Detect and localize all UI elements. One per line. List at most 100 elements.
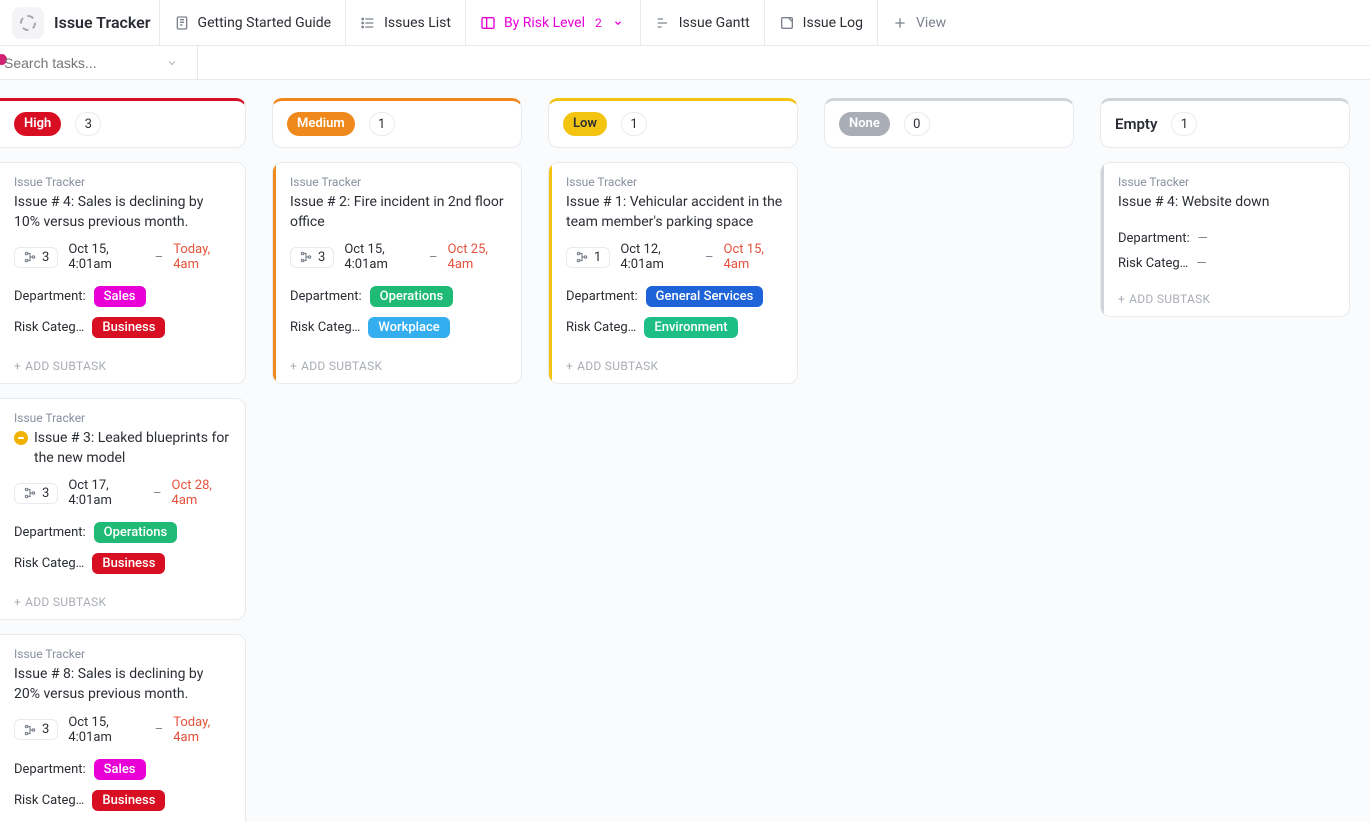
subtasks-count: 3 xyxy=(42,722,49,737)
due-date: Oct 28, 4am xyxy=(172,478,231,508)
subtasks-icon xyxy=(299,250,313,264)
date-separator: – xyxy=(155,250,164,265)
risk-pill-low: Low xyxy=(563,112,607,136)
column-header[interactable]: Low 1 xyxy=(548,98,798,148)
property-department: Department:Operations xyxy=(290,286,507,307)
dates-row: 1 Oct 12, 4:01am – Oct 15, 4am xyxy=(566,242,783,272)
task-card[interactable]: Issue Tracker Issue # 4: Website down De… xyxy=(1100,162,1350,317)
app-icon[interactable] xyxy=(12,7,44,39)
column-count: 1 xyxy=(369,112,395,136)
dates-row: 3 Oct 17, 4:01am – Oct 28, 4am xyxy=(14,478,231,508)
breadcrumb: Issue Tracker xyxy=(14,411,231,425)
subtasks-badge[interactable]: 3 xyxy=(14,719,58,740)
task-title: Issue # 1: Vehicular accident in the tea… xyxy=(566,193,783,232)
property-department: Department:— xyxy=(1118,231,1335,246)
column-count: 0 xyxy=(904,112,930,136)
date-separator: – xyxy=(705,250,714,265)
column-medium: Medium 1 Issue Tracker Issue # 2: Fire i… xyxy=(272,98,522,384)
tab-by-risk-level[interactable]: By Risk Level 2 xyxy=(465,0,640,46)
subtasks-badge[interactable]: 3 xyxy=(14,247,58,268)
subtasks-badge[interactable]: 1 xyxy=(566,247,610,268)
due-date: Oct 25, 4am xyxy=(448,242,507,272)
risk-tag[interactable]: Environment xyxy=(644,317,737,338)
property-risk-category: Risk Categ…— xyxy=(1118,256,1335,271)
add-subtask-button[interactable]: +ADD SUBTASK xyxy=(0,584,245,619)
date-separator: – xyxy=(155,722,164,737)
tab-getting-started[interactable]: Getting Started Guide xyxy=(159,0,346,46)
risk-pill-medium: Medium xyxy=(287,112,355,136)
risk-tag[interactable]: Business xyxy=(92,553,165,574)
property-department: Department:Sales xyxy=(14,759,231,780)
risk-pill-high: High xyxy=(14,112,61,136)
department-tag[interactable]: Sales xyxy=(94,286,146,307)
breadcrumb: Issue Tracker xyxy=(290,175,507,189)
risk-tag[interactable]: Business xyxy=(92,790,165,811)
column-count: 3 xyxy=(75,112,101,136)
subtasks-icon xyxy=(23,250,37,264)
subtasks-icon xyxy=(23,486,37,500)
task-card[interactable]: Issue Tracker Issue # 3: Leaked blueprin… xyxy=(0,398,246,620)
add-subtask-button[interactable]: +ADD SUBTASK xyxy=(276,348,521,383)
breadcrumb: Issue Tracker xyxy=(14,175,231,189)
add-subtask-button[interactable]: +ADD SUBTASK xyxy=(1104,281,1349,316)
dates-row: 3 Oct 15, 4:01am – Today, 4am xyxy=(14,242,231,272)
start-date: Oct 17, 4:01am xyxy=(68,478,143,508)
due-date: Oct 15, 4am xyxy=(724,242,783,272)
breadcrumb: Issue Tracker xyxy=(14,647,231,661)
template-icon xyxy=(20,15,36,31)
add-subtask-button[interactable]: +ADD SUBTASK xyxy=(552,348,797,383)
column-empty: Empty 1 Issue Tracker Issue # 4: Website… xyxy=(1100,98,1350,317)
tab-badge: 2 xyxy=(595,16,602,30)
tab-issues-list[interactable]: Issues List xyxy=(345,0,465,46)
date-separator: – xyxy=(153,486,162,501)
task-card[interactable]: Issue Tracker Issue # 1: Vehicular accid… xyxy=(548,162,798,384)
department-tag[interactable]: General Services xyxy=(646,286,764,307)
chevron-down-icon[interactable] xyxy=(166,57,178,69)
department-tag[interactable]: Sales xyxy=(94,759,146,780)
column-header[interactable]: None 0 xyxy=(824,98,1074,148)
breadcrumb: Issue Tracker xyxy=(1118,175,1335,189)
tab-label: View xyxy=(916,15,946,31)
task-card[interactable]: Issue Tracker Issue # 4: Sales is declin… xyxy=(0,162,246,384)
risk-tag[interactable]: Workplace xyxy=(368,317,449,338)
column-header[interactable]: High 3 xyxy=(0,98,246,148)
task-card[interactable]: Issue Tracker Issue # 8: Sales is declin… xyxy=(0,634,246,822)
tab-label: Issue Log xyxy=(803,15,863,31)
empty-value: — xyxy=(1196,256,1206,271)
column-header[interactable]: Empty 1 xyxy=(1100,98,1350,148)
risk-tag[interactable]: Business xyxy=(92,317,165,338)
department-tag[interactable]: Operations xyxy=(94,522,178,543)
tab-label: Issue Gantt xyxy=(679,15,750,31)
tab-issue-log[interactable]: Issue Log xyxy=(764,0,877,46)
column-count: 1 xyxy=(1171,112,1197,136)
start-date: Oct 12, 4:01am xyxy=(620,242,695,272)
task-card[interactable]: Issue Tracker Issue # 2: Fire incident i… xyxy=(272,162,522,384)
search-input[interactable] xyxy=(2,54,162,72)
top-bar: Issue Tracker Getting Started Guide Issu… xyxy=(0,0,1370,46)
tab-label: By Risk Level xyxy=(504,15,585,31)
start-date: Oct 15, 4:01am xyxy=(68,715,144,745)
search-box[interactable] xyxy=(2,46,198,80)
tab-add-view[interactable]: View xyxy=(877,0,960,46)
subtasks-badge[interactable]: 3 xyxy=(290,247,334,268)
status-in-progress-icon xyxy=(14,431,28,445)
column-header[interactable]: Medium 1 xyxy=(272,98,522,148)
column-label: Empty xyxy=(1115,115,1157,133)
start-date: Oct 15, 4:01am xyxy=(68,242,144,272)
tab-label: Getting Started Guide xyxy=(198,15,332,31)
subtasks-badge[interactable]: 3 xyxy=(14,483,58,504)
task-title: Issue # 2: Fire incident in 2nd floor of… xyxy=(290,193,507,232)
task-title: Issue # 3: Leaked blueprints for the new… xyxy=(34,429,231,468)
add-subtask-button[interactable]: +ADD SUBTASK xyxy=(0,348,245,383)
property-department: Department:Operations xyxy=(14,522,231,543)
due-date: Today, 4am xyxy=(173,242,231,272)
column-high: High 3 Issue Tracker Issue # 4: Sales is… xyxy=(0,98,246,822)
task-title: Issue # 8: Sales is declining by 20% ver… xyxy=(14,665,231,704)
department-tag[interactable]: Operations xyxy=(370,286,454,307)
task-title: Issue # 4: Sales is declining by 10% ver… xyxy=(14,193,231,232)
property-risk-category: Risk Categ…Environment xyxy=(566,317,783,338)
property-risk-category: Risk Categ…Business xyxy=(14,790,231,811)
tab-issue-gantt[interactable]: Issue Gantt xyxy=(640,0,764,46)
property-risk-category: Risk Categ…Business xyxy=(14,317,231,338)
toolbar-row xyxy=(0,46,1370,80)
